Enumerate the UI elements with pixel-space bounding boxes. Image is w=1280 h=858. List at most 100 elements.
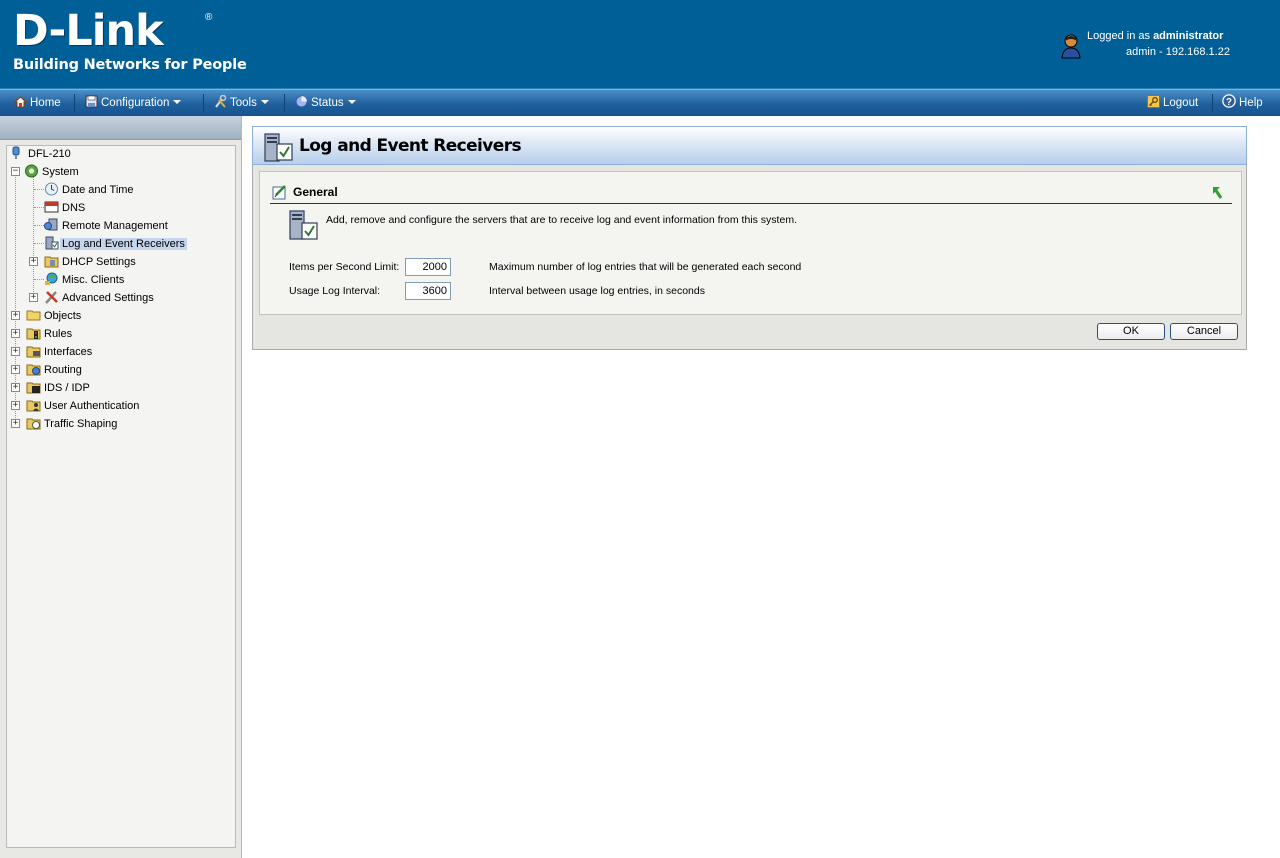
- logged-in-user: administrator: [1153, 30, 1224, 42]
- menu-separator: [203, 94, 204, 112]
- collapse-icon[interactable]: −: [11, 167, 20, 176]
- menu-separator: [284, 94, 285, 112]
- tree-item-rules[interactable]: Rules: [26, 326, 74, 342]
- gear-icon: [25, 164, 38, 178]
- tree-item-remote-management[interactable]: Remote Management: [44, 218, 170, 234]
- tree-item-date-time[interactable]: Date and Time: [44, 182, 136, 198]
- expand-icon[interactable]: +: [11, 419, 20, 428]
- dhcp-icon: [44, 256, 59, 268]
- dns-icon: [44, 201, 59, 213]
- remote-management-icon: [44, 218, 58, 231]
- usage-log-interval-label: Usage Log Interval:: [289, 285, 381, 297]
- tools-icon: [215, 95, 227, 108]
- items-per-second-label: Items per Second Limit:: [289, 261, 400, 273]
- svg-text:?: ?: [1226, 97, 1232, 108]
- items-per-second-help: Maximum number of log entries that will …: [489, 261, 802, 273]
- usage-log-interval-input[interactable]: [405, 282, 451, 300]
- tree-connector: [34, 189, 44, 190]
- expand-icon[interactable]: +: [11, 311, 20, 320]
- tools-icon: [45, 291, 58, 304]
- ids-icon: [26, 382, 41, 394]
- menu-status[interactable]: Status: [295, 90, 356, 116]
- globe-icon: [45, 272, 58, 285]
- tree-item-advanced-settings[interactable]: Advanced Settings: [44, 290, 156, 306]
- session-info: admin - 192.168.1.22: [1126, 46, 1230, 58]
- menu-home[interactable]: Home: [14, 90, 61, 116]
- registered-mark: ®: [205, 12, 213, 23]
- navigation-pane-header: [0, 116, 241, 140]
- header: D-Link ® Building Networks for People Lo…: [0, 0, 1280, 89]
- log-receivers-icon: [289, 210, 318, 240]
- edit-icon: [272, 185, 286, 200]
- tree-item-log-receivers[interactable]: Log and Event Receivers: [44, 236, 187, 252]
- page-header: Log and Event Receivers: [252, 126, 1247, 165]
- tree-connector: [34, 243, 44, 244]
- home-icon: [14, 96, 27, 108]
- tree-connector: [34, 225, 44, 226]
- items-per-second-input[interactable]: [405, 258, 451, 276]
- key-icon: [1147, 95, 1160, 108]
- rules-icon: [26, 328, 41, 340]
- menu-separator: [74, 94, 75, 112]
- items-per-second-row: Items per Second Limit: Maximum number o…: [289, 258, 1229, 276]
- user-avatar-icon: [1061, 34, 1081, 59]
- menu-separator: [1212, 94, 1213, 112]
- tree-item-dns[interactable]: DNS: [44, 200, 87, 216]
- expand-icon[interactable]: +: [11, 329, 20, 338]
- cancel-button[interactable]: Cancel: [1170, 323, 1238, 340]
- content-panel: General Add, remove and configure the se…: [252, 165, 1247, 350]
- expand-icon[interactable]: +: [11, 365, 20, 374]
- tree-item-user-authentication[interactable]: User Authentication: [26, 398, 141, 414]
- section-header: General: [270, 183, 1232, 204]
- chevron-down-icon: [260, 100, 269, 104]
- expand-icon[interactable]: +: [29, 293, 38, 302]
- tree-item-system[interactable]: System: [24, 164, 81, 180]
- usage-log-interval-help: Interval between usage log entries, in s…: [489, 285, 705, 297]
- navigation-tree: DFL-210 − System Date and Time DNS Remot…: [6, 145, 236, 848]
- general-section: General Add, remove and configure the se…: [259, 171, 1242, 315]
- menu-help[interactable]: ? Help: [1222, 90, 1263, 116]
- interfaces-icon: [26, 346, 41, 358]
- logged-in-label: Logged in as administrator: [1087, 30, 1224, 42]
- tree-item-objects[interactable]: Objects: [26, 308, 83, 324]
- tree-item-misc-clients[interactable]: Misc. Clients: [44, 272, 126, 288]
- floppy-icon: [85, 95, 98, 108]
- tree-item-ids-idp[interactable]: IDS / IDP: [26, 380, 92, 396]
- traffic-shaping-icon: [26, 418, 41, 430]
- refresh-icon[interactable]: [1212, 185, 1226, 200]
- log-receivers-icon: [264, 133, 293, 162]
- chevron-down-icon: [347, 100, 356, 104]
- log-receivers-icon: [45, 236, 59, 250]
- section-title: General: [293, 185, 338, 199]
- folder-icon: [26, 310, 41, 321]
- dlink-logo: D-Link ® Building Networks for People: [13, 8, 247, 74]
- section-description: Add, remove and configure the servers th…: [326, 214, 797, 226]
- tree-item-traffic-shaping[interactable]: Traffic Shaping: [26, 416, 119, 432]
- expand-icon[interactable]: +: [11, 383, 20, 392]
- tree-item-interfaces[interactable]: Interfaces: [26, 344, 94, 360]
- ok-button[interactable]: OK: [1097, 323, 1165, 340]
- tree-root[interactable]: DFL-210: [10, 146, 73, 162]
- menu-configuration[interactable]: Configuration: [85, 90, 182, 116]
- expand-icon[interactable]: +: [11, 347, 20, 356]
- menu-tools[interactable]: Tools: [214, 90, 269, 116]
- help-icon: ?: [1222, 94, 1236, 108]
- chevron-down-icon: [173, 100, 182, 104]
- tree-connector: [34, 279, 44, 280]
- expand-icon[interactable]: +: [29, 257, 38, 266]
- page-title: Log and Event Receivers: [299, 136, 522, 156]
- user-auth-icon: [26, 400, 41, 412]
- navigation-pane: DFL-210 − System Date and Time DNS Remot…: [0, 116, 242, 858]
- device-icon: [12, 146, 20, 159]
- tree-item-dhcp-settings[interactable]: DHCP Settings: [44, 254, 138, 270]
- brand-tagline: Building Networks for People: [13, 57, 247, 73]
- clock-icon: [45, 182, 58, 196]
- routing-icon: [26, 364, 41, 376]
- tree-item-routing[interactable]: Routing: [26, 362, 84, 378]
- menu-logout[interactable]: Logout: [1147, 90, 1198, 116]
- menubar: Home Configuration Tools Status Logout ?…: [0, 89, 1280, 116]
- tree-connector: [34, 207, 44, 208]
- usage-log-interval-row: Usage Log Interval: Interval between usa…: [289, 282, 1229, 300]
- status-icon: [295, 95, 308, 108]
- expand-icon[interactable]: +: [11, 401, 20, 410]
